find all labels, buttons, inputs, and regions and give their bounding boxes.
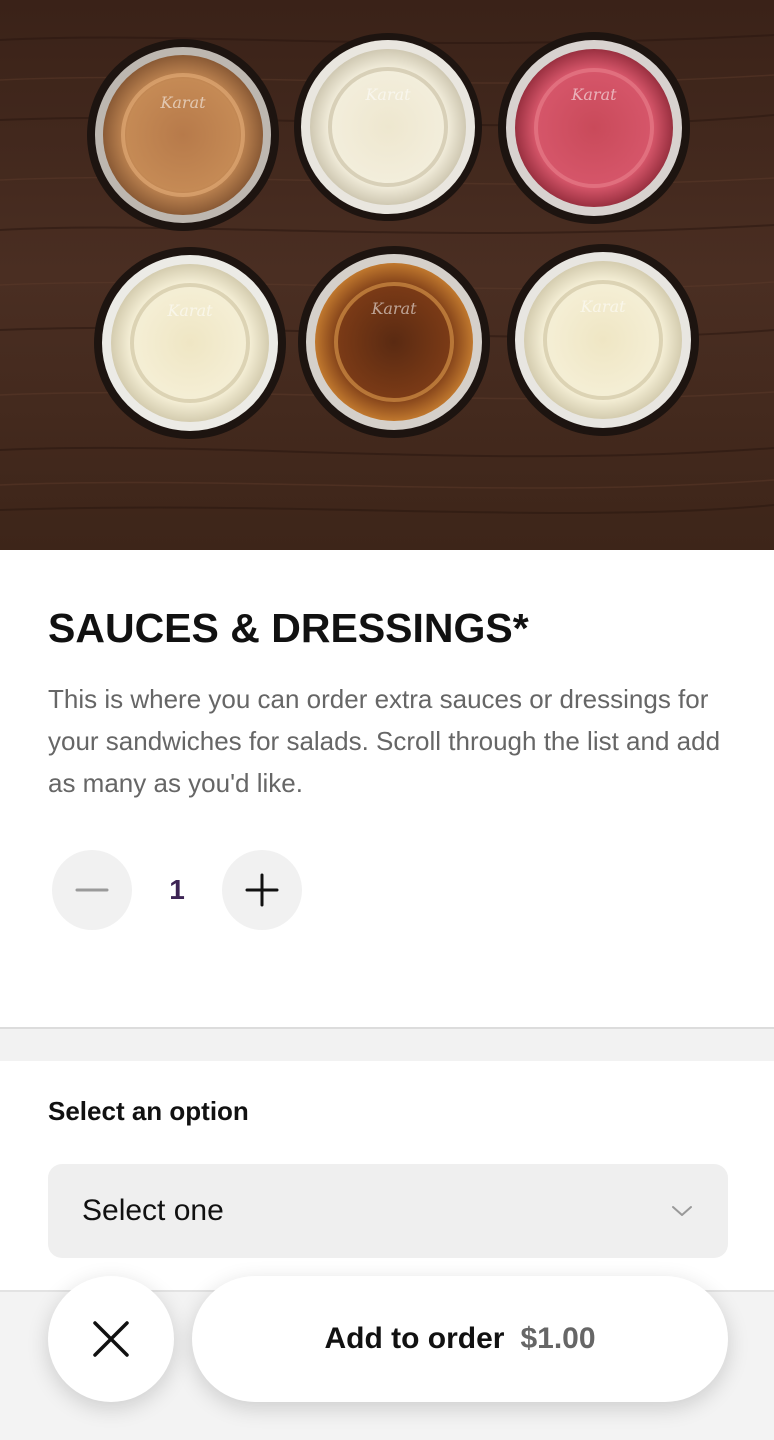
sauce-cups-illustration: Karat Karat Karat Karat Karat Karat: [0, 0, 774, 550]
add-to-order-label: Add to order: [324, 1322, 505, 1355]
sauce-cup-amber: [87, 39, 279, 231]
increment-button[interactable]: [222, 850, 302, 930]
option-select-value: Select one: [82, 1194, 224, 1227]
chevron-down-icon: [670, 1199, 694, 1223]
close-button[interactable]: [48, 1276, 174, 1402]
svg-text:Karat: Karat: [370, 299, 417, 318]
plus-icon: [245, 873, 279, 907]
order-price: $1.00: [520, 1322, 596, 1355]
sauce-cup-ivory: [94, 247, 286, 439]
sauce-cup-light-cream: [507, 244, 699, 436]
item-description: This is where you can order extra sauces…: [48, 684, 721, 798]
quantity-stepper: 1: [52, 850, 302, 930]
sauce-cup-pink: [498, 32, 690, 224]
sauce-cup-cream: [294, 33, 482, 221]
close-icon: [93, 1321, 129, 1357]
svg-text:Karat: Karat: [570, 85, 617, 104]
svg-text:Karat: Karat: [166, 301, 213, 320]
svg-text:Karat: Karat: [364, 85, 411, 104]
option-group-label: Select an option: [48, 1096, 249, 1126]
item-info: SAUCES & DRESSINGS* This is where you ca…: [48, 604, 728, 804]
sauce-cup-brown: [298, 246, 490, 438]
minus-icon: [75, 888, 109, 892]
option-select[interactable]: Select one: [48, 1164, 728, 1258]
item-photo: Karat Karat Karat Karat Karat Karat: [0, 0, 774, 550]
svg-text:Karat: Karat: [579, 297, 626, 316]
svg-text:Karat: Karat: [159, 93, 206, 112]
item-title: SAUCES & DRESSINGS*: [48, 605, 529, 651]
decrement-button[interactable]: [52, 850, 132, 930]
section-spacer: [0, 1029, 774, 1061]
quantity-value: 1: [169, 874, 185, 905]
add-to-order-button[interactable]: Add to order $1.00: [192, 1276, 728, 1402]
